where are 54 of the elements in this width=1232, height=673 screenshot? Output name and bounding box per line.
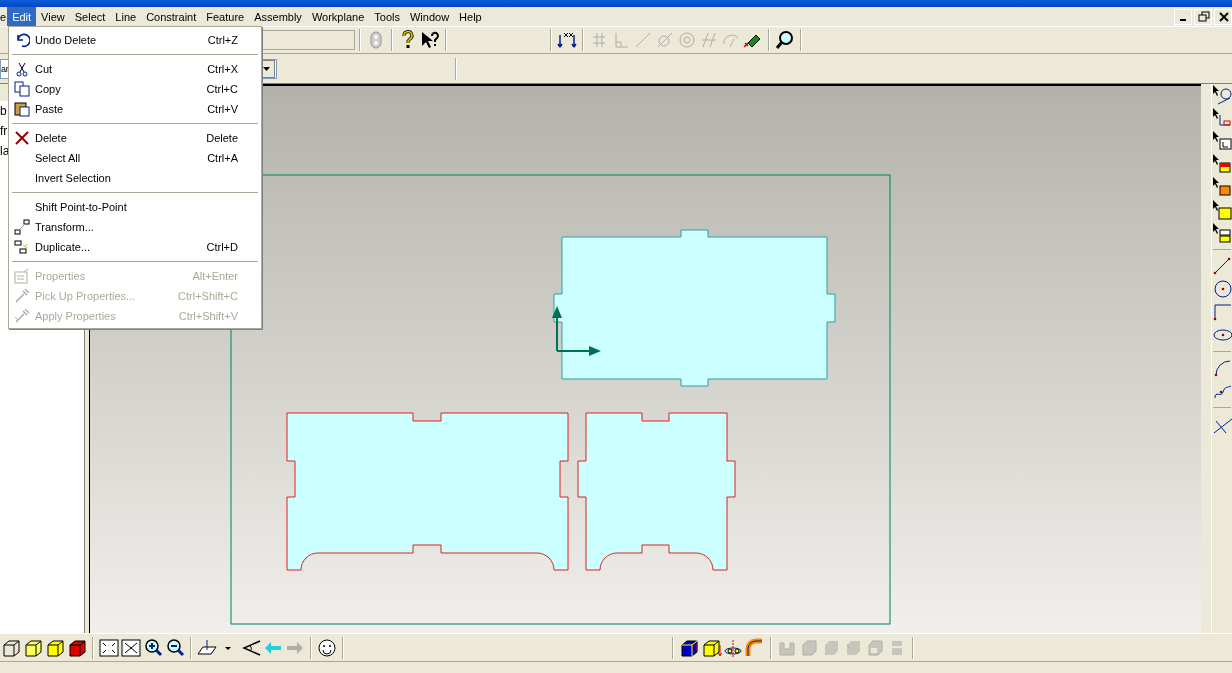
eyedropper-icon [14, 288, 30, 304]
menu-item[interactable]: Duplicate... Ctrl+D [9, 237, 261, 257]
menu-item[interactable]: Workplane [306, 7, 370, 26]
menu-item[interactable]: Select [69, 7, 111, 26]
menu-item[interactable]: Window [404, 7, 455, 26]
menu-item[interactable]: Copy Ctrl+C [9, 79, 261, 99]
zoom-all-icon[interactable] [98, 636, 120, 659]
text-field[interactable] [261, 30, 355, 50]
menu-item[interactable]: Line [110, 7, 142, 26]
copy-icon [14, 81, 30, 97]
restore-icon[interactable] [1194, 8, 1212, 25]
transform-icon [14, 219, 30, 235]
select-sketch-icon[interactable] [1212, 84, 1232, 106]
menu-item[interactable]: Delete Delete [9, 128, 261, 148]
minimize-icon[interactable] [1174, 8, 1192, 25]
search-icon[interactable] [774, 29, 796, 51]
cut-icon [14, 61, 30, 77]
select-part-icon[interactable] [1212, 199, 1232, 221]
menu-item[interactable]: Constraint [141, 7, 202, 26]
select-dimension-icon[interactable] [1212, 107, 1232, 129]
zoom-window-icon[interactable] [120, 636, 142, 659]
smiley-icon[interactable] [316, 636, 338, 659]
undo-icon [14, 32, 30, 48]
zoom-out-icon[interactable] [164, 636, 186, 659]
menu-item[interactable]: Select All Ctrl+A [9, 148, 261, 168]
zoom-in-icon[interactable] [142, 636, 164, 659]
coordinate-axes [552, 306, 601, 356]
menu-item[interactable]: Cut Ctrl+X [9, 59, 261, 79]
menu-item[interactable]: Undo Delete Ctrl+Z [9, 30, 261, 50]
eyedropper-icon [14, 308, 30, 324]
select-workplane-icon[interactable] [1212, 130, 1232, 152]
properties-icon [14, 268, 30, 284]
menu-item[interactable]: Invert Selection [9, 168, 261, 188]
menu-item[interactable]: Edit [7, 7, 37, 26]
paste-icon [14, 101, 30, 117]
menu-item[interactable]: e [0, 7, 8, 26]
select-face-icon[interactable] [1212, 153, 1232, 175]
menu-item[interactable]: Tools [369, 7, 405, 26]
select-solid-icon[interactable] [1212, 176, 1232, 198]
menu-item[interactable]: Shift Point-to-Point [9, 197, 261, 217]
menu-item[interactable]: Paste Ctrl+V [9, 99, 261, 119]
line-tool-icon[interactable] [1212, 255, 1232, 277]
duplicate-icon [14, 239, 30, 255]
menu-item[interactable]: Feature [201, 7, 250, 26]
delete-icon [14, 130, 30, 146]
close-icon[interactable] [1214, 8, 1232, 25]
menu-item[interactable]: Assembly [249, 7, 307, 26]
select-assembly-icon[interactable] [1212, 222, 1232, 244]
pointer-help-icon[interactable] [419, 29, 441, 51]
menu-item[interactable]: Transform... [9, 217, 261, 237]
circle-tool-icon[interactable] [1212, 278, 1232, 300]
menu-item[interactable]: Help [454, 7, 487, 26]
menu-item[interactable]: View [36, 7, 70, 26]
arc-tool-icon[interactable] [1212, 357, 1232, 379]
